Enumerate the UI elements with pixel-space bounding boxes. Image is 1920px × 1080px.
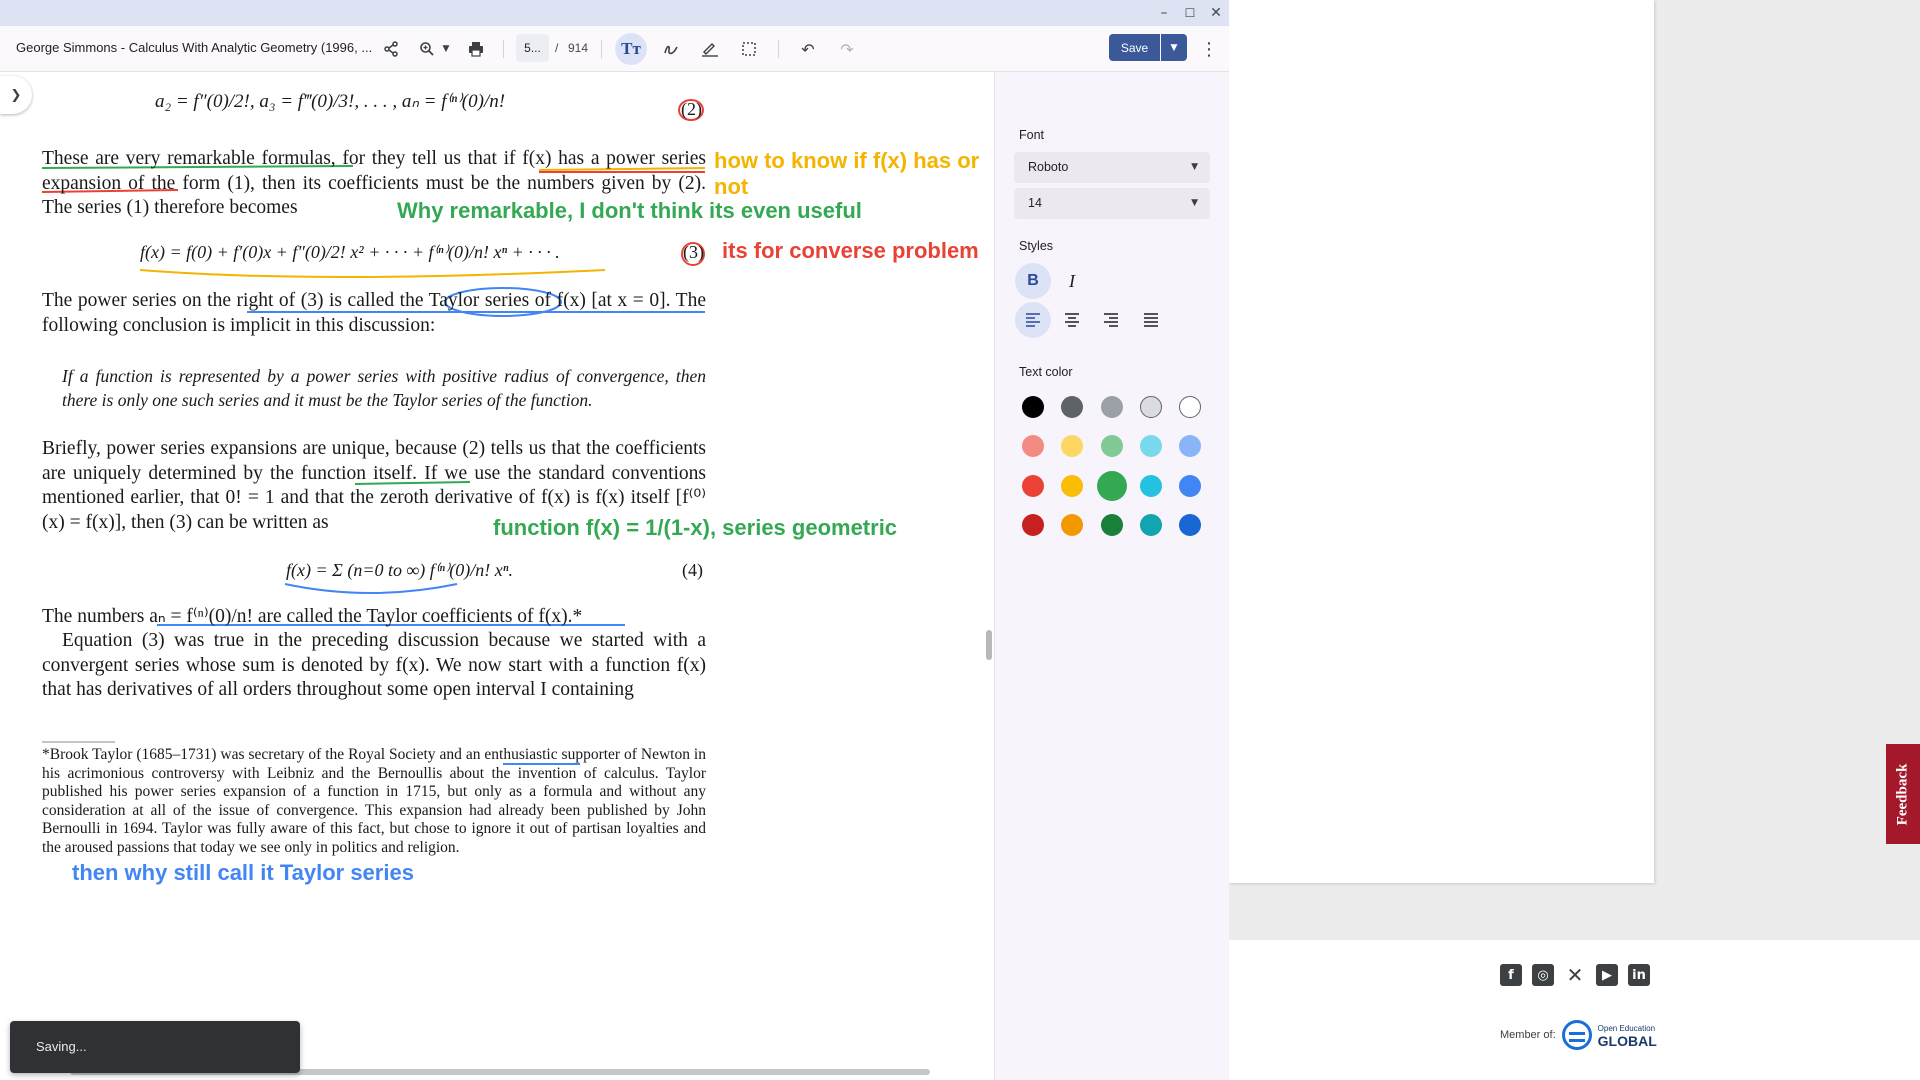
- annotation-note-5[interactable]: then why still call it Taylor series: [72, 860, 414, 886]
- instagram-icon[interactable]: ◎: [1532, 964, 1554, 986]
- toolbar-divider: [778, 40, 779, 58]
- color-swatch[interactable]: [1061, 513, 1084, 536]
- text-tool-button[interactable]: Tт: [615, 33, 647, 65]
- formula-4: f(x) = Σ (n=0 to ∞) f⁽ⁿ⁾(0)/n! xⁿ.: [286, 560, 513, 580]
- chevron-down-icon: ▼: [1191, 162, 1198, 172]
- formula-2: a₂ = f″(0)/2!, a₃ = f‴(0)/3!, . . . , aₙ…: [155, 91, 506, 112]
- underline-eq3-stroke: [139, 269, 606, 278]
- member-text: Member of:: [1500, 1029, 1556, 1041]
- text-style-panel: Font Roboto ▼ 14 ▼ Styles B I Text color: [994, 72, 1229, 1080]
- styles-label: Styles: [1019, 239, 1054, 253]
- document-title: George Simmons - Calculus With Analytic …: [16, 40, 373, 55]
- select-area-icon[interactable]: [733, 33, 765, 65]
- font-label: Font: [1019, 128, 1045, 142]
- color-swatch[interactable]: [1022, 435, 1044, 458]
- annotation-note-3[interactable]: its for converse problem: [722, 238, 979, 264]
- align-center-icon[interactable]: [1054, 302, 1090, 338]
- color-swatch[interactable]: [1139, 435, 1162, 458]
- minimize-icon[interactable]: –: [1155, 4, 1173, 22]
- undo-icon[interactable]: ↶: [792, 33, 824, 65]
- chevron-down-icon: ▼: [1191, 198, 1198, 208]
- youtube-icon[interactable]: ▶: [1596, 964, 1618, 986]
- vertical-scrollbar[interactable]: [986, 630, 992, 660]
- paragraph-3: If a function is represented by a power …: [62, 366, 706, 410]
- save-options-chevron-icon[interactable]: ▼: [1161, 34, 1187, 61]
- text-color-label: Text color: [1019, 365, 1073, 379]
- annotation-note-1[interactable]: how to know if f(x) has or: [714, 148, 979, 174]
- font-select-value: Roboto: [1028, 160, 1069, 174]
- color-swatch[interactable]: [1061, 435, 1084, 458]
- feedback-tab[interactable]: Feedback: [1886, 744, 1920, 844]
- page-total: 914: [568, 41, 589, 55]
- globe-icon: [1561, 1020, 1592, 1050]
- footnote: *Brook Taylor (1685–1731) was secretary …: [42, 746, 706, 856]
- color-swatch[interactable]: [1096, 470, 1127, 501]
- print-icon[interactable]: [460, 33, 492, 65]
- title-bar: – ☐ ✕: [0, 0, 1229, 26]
- formula-3: f(x) = f(0) + f′(0)x + f″(0)/2! x² + · ·…: [140, 242, 560, 262]
- more-options-icon[interactable]: ⋮: [1193, 33, 1225, 65]
- color-swatch[interactable]: [1100, 435, 1123, 458]
- annotation-note-2[interactable]: Why remarkable, I don't think its even u…: [397, 198, 862, 224]
- page-number-input[interactable]: 5...: [516, 34, 549, 62]
- feedback-label: Feedback: [1894, 763, 1911, 825]
- save-button[interactable]: Save: [1109, 34, 1160, 61]
- draw-icon[interactable]: [655, 33, 687, 65]
- member-of: Member of: Open Education GLOBAL: [1500, 1020, 1657, 1050]
- toolbar-divider: [601, 40, 602, 58]
- paragraph-2: The power series on the right of (3) is …: [42, 290, 706, 336]
- color-swatch[interactable]: [1179, 513, 1202, 536]
- color-swatch[interactable]: [1022, 474, 1044, 497]
- bold-button[interactable]: B: [1015, 263, 1051, 299]
- zoom-dropdown-icon[interactable]: ▼: [434, 33, 458, 65]
- paragraph-5: The numbers aₙ = f⁽ⁿ⁾(0)/n! are called t…: [42, 606, 583, 627]
- align-left-icon[interactable]: [1015, 302, 1051, 338]
- color-swatch[interactable]: [1139, 474, 1162, 497]
- italic-button[interactable]: I: [1054, 263, 1090, 299]
- color-swatch[interactable]: [1179, 474, 1202, 497]
- color-swatch[interactable]: [1100, 396, 1123, 418]
- social-links: f ◎ ✕ ▶ in: [1500, 963, 1650, 987]
- org-name: GLOBAL: [1597, 1033, 1657, 1049]
- font-size-value: 14: [1028, 196, 1042, 210]
- facebook-icon[interactable]: f: [1500, 964, 1522, 986]
- redo-icon[interactable]: ↷: [831, 33, 863, 65]
- background-card: [1229, 0, 1654, 883]
- color-swatch[interactable]: [1061, 474, 1084, 497]
- align-justify-icon[interactable]: [1133, 302, 1169, 338]
- eq3-label: (3): [683, 242, 704, 262]
- toolbar: George Simmons - Calculus With Analytic …: [0, 26, 1229, 72]
- color-swatch[interactable]: [1022, 513, 1044, 536]
- eq2-label: (2): [681, 99, 702, 119]
- font-select[interactable]: Roboto ▼: [1014, 152, 1210, 183]
- signature-icon[interactable]: [694, 33, 726, 65]
- color-swatch[interactable]: [1061, 396, 1084, 418]
- annotation-note-4[interactable]: function f(x) = 1/(1-x), series geometri…: [493, 515, 897, 541]
- maximize-icon[interactable]: ☐: [1181, 4, 1199, 22]
- align-right-icon[interactable]: [1093, 302, 1129, 338]
- page-separator: /: [555, 41, 559, 55]
- font-size-select[interactable]: 14 ▼: [1014, 188, 1210, 219]
- underline-eq4-stroke: [284, 583, 458, 594]
- x-icon[interactable]: ✕: [1564, 963, 1586, 987]
- document-viewport[interactable]: ❯ a₂ = f″(0)/2!, a₃ = f‴(0)/3!, . . . , …: [0, 72, 994, 1080]
- share-icon[interactable]: [375, 33, 407, 65]
- toolbar-divider: [503, 40, 504, 58]
- org-logo[interactable]: Open Education GLOBAL: [1597, 1023, 1657, 1049]
- pdf-editor-window: – ☐ ✕ George Simmons - Calculus With Ana…: [0, 0, 1229, 1080]
- color-swatch[interactable]: [1179, 435, 1202, 458]
- color-swatch[interactable]: [1179, 396, 1202, 418]
- close-icon[interactable]: ✕: [1207, 4, 1225, 22]
- paragraph-6: Equation (3) was true in the preceding d…: [42, 630, 706, 700]
- saving-toast: Saving...: [10, 1021, 300, 1073]
- color-swatch[interactable]: [1022, 396, 1044, 418]
- annotation-note-1b[interactable]: not: [714, 174, 748, 200]
- color-swatch[interactable]: [1100, 513, 1123, 536]
- color-swatch[interactable]: [1139, 396, 1162, 418]
- color-swatch[interactable]: [1139, 513, 1162, 536]
- eq4-label: (4): [682, 560, 703, 580]
- linkedin-icon[interactable]: in: [1628, 964, 1650, 986]
